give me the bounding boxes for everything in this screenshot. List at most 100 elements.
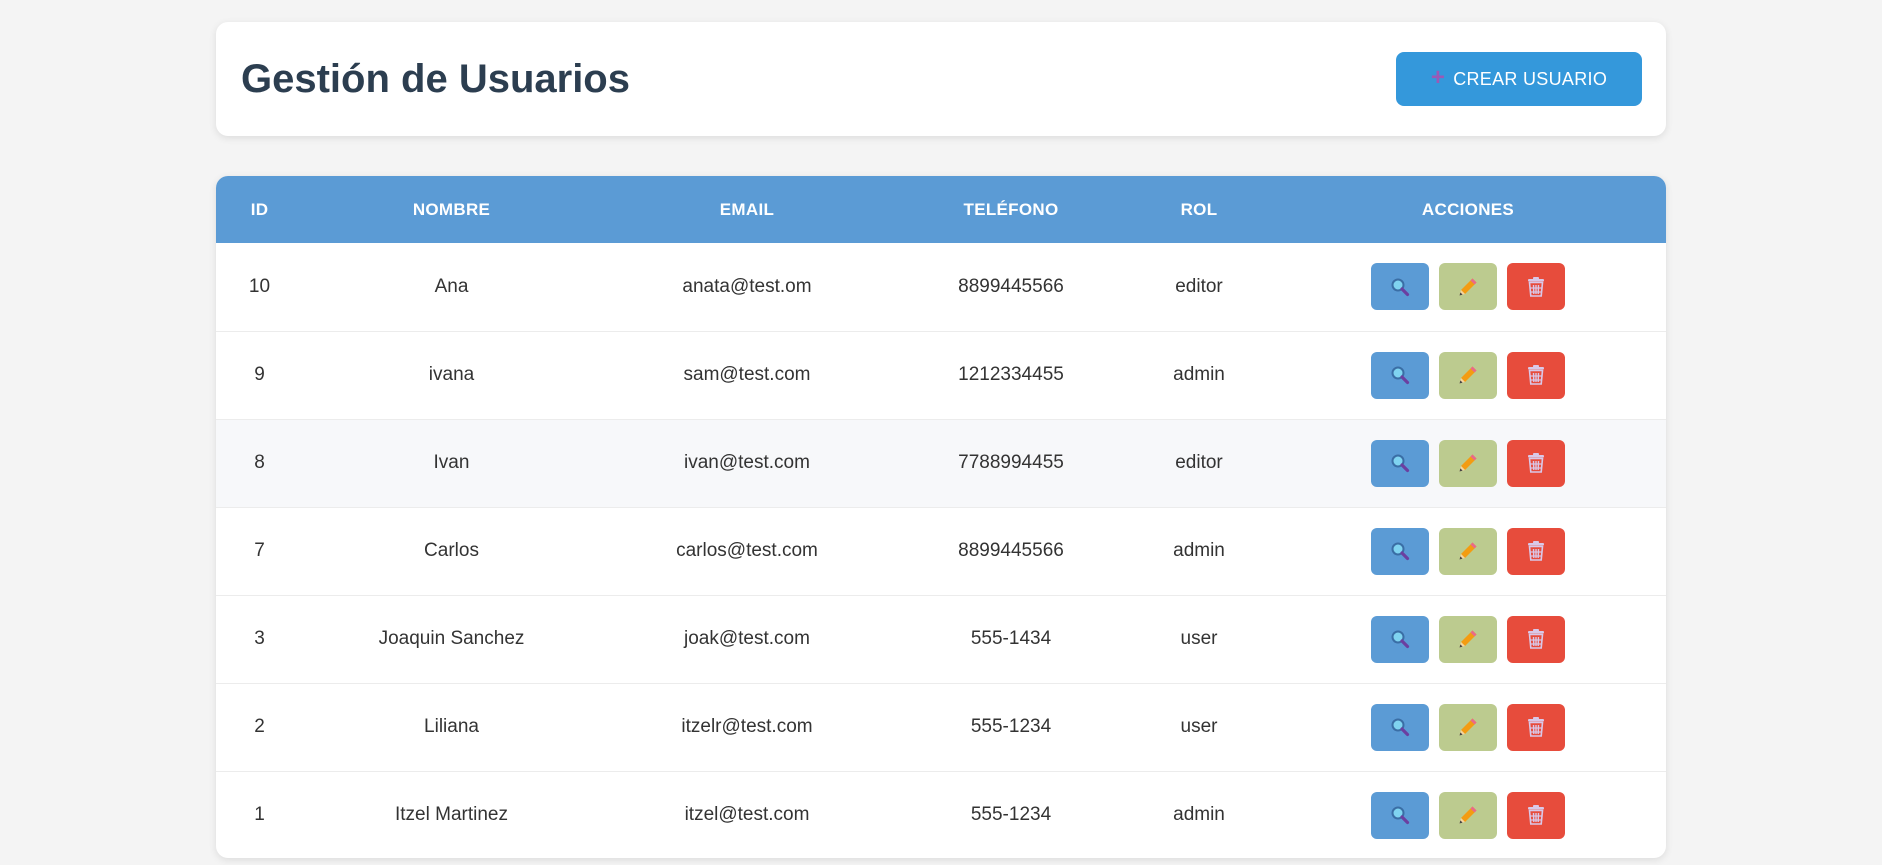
delete-button[interactable] [1507,615,1565,663]
cell-email: joak@test.com [684,628,810,649]
cell-email: sam@test.com [683,364,811,385]
row-actions [1270,703,1666,751]
delete-button[interactable] [1507,263,1565,311]
pencil-icon [1457,540,1479,562]
magnifier-icon [1390,629,1410,649]
delete-button[interactable] [1507,703,1565,751]
magnifier-icon [1390,541,1410,561]
column-header-acciones: ACCIONES [1421,199,1515,219]
cell-nombre: Ana [434,275,469,297]
cell-actions [1270,683,1666,771]
cell-rol: user [1180,716,1218,737]
magnifier-icon [1390,717,1410,737]
cell-telefono: 1212334455 [958,364,1064,385]
pencil-icon [1457,716,1479,738]
delete-button[interactable] [1507,439,1565,487]
pencil-icon [1457,804,1479,826]
table-row: 2 Liliana itzelr@test.com 555-1234 user [216,683,1666,771]
view-button[interactable] [1371,263,1429,311]
create-user-label: CREAR USUARIO [1453,68,1608,89]
trash-icon [1526,452,1546,474]
cell-telefono: 555-1434 [970,628,1052,649]
cell-rol: admin [1173,364,1225,385]
table-row: 9 ivana sam@test.com 1212334455 admin [216,331,1666,419]
row-actions [1270,615,1666,663]
cell-nombre: Ivan [433,452,470,473]
cell-id: 10 [248,275,271,297]
row-actions [1270,351,1666,399]
cell-telefono: 8899445566 [958,540,1064,561]
view-button[interactable] [1371,791,1429,839]
view-button[interactable] [1371,439,1429,487]
edit-button[interactable] [1439,439,1497,487]
cell-id: 8 [254,452,265,473]
edit-button[interactable] [1439,527,1497,575]
cell-email: carlos@test.com [676,540,818,561]
cell-email: anata@test.om [682,275,812,297]
cell-nombre: Liliana [424,716,479,737]
cell-actions [1270,243,1666,331]
header-card: Gestión de Usuarios + CREAR USUARIO [216,22,1666,136]
edit-button[interactable] [1439,703,1497,751]
magnifier-icon [1390,365,1410,385]
pencil-icon [1457,628,1479,650]
cell-rol: editor [1175,452,1223,473]
pencil-icon [1457,364,1479,386]
column-header-telefono: TELÉFONO [963,199,1059,219]
magnifier-icon [1390,805,1410,825]
trash-icon [1526,628,1546,650]
row-actions [1270,527,1666,575]
table-body: 10 Ana anata@test.om 8899445566 editor 9… [216,243,1666,858]
view-button[interactable] [1371,703,1429,751]
cell-id: 2 [254,716,265,737]
cell-rol: admin [1173,804,1225,826]
cell-actions [1270,595,1666,683]
column-header-nombre: NOMBRE [412,199,491,219]
cell-nombre: Joaquin Sanchez [378,628,525,649]
delete-button[interactable] [1507,351,1565,399]
trash-icon [1526,276,1546,298]
view-button[interactable] [1371,351,1429,399]
table-header-row: ID NOMBRE EMAIL TELÉFONO ROL ACCIONES [216,176,1666,243]
cell-nombre: Carlos [424,540,479,561]
cell-telefono: 555-1234 [970,716,1052,737]
cell-actions [1270,331,1666,419]
cell-nombre: ivana [428,364,475,385]
cell-rol: user [1180,628,1218,649]
magnifier-icon [1390,277,1410,297]
cell-id: 7 [254,540,265,561]
cell-email: ivan@test.com [684,452,810,473]
cell-email: itzelr@test.com [681,716,813,737]
cell-nombre: Itzel Martinez [395,804,508,826]
users-table-card: ID NOMBRE EMAIL TELÉFONO ROL ACCIONES 10… [216,176,1666,858]
cell-telefono: 8899445566 [958,275,1064,297]
create-user-button[interactable]: + CREAR USUARIO [1396,52,1642,106]
cell-rol: editor [1175,275,1223,297]
plus-icon: + [1430,64,1446,91]
users-table: ID NOMBRE EMAIL TELÉFONO ROL ACCIONES 10… [216,176,1666,858]
column-header-rol: ROL [1180,199,1218,219]
table-row: 8 Ivan ivan@test.com 7788994455 editor [216,419,1666,507]
edit-button[interactable] [1439,263,1497,311]
row-actions [1270,263,1666,311]
delete-button[interactable] [1507,791,1565,839]
delete-button[interactable] [1507,527,1565,575]
column-header-email: EMAIL [719,199,775,219]
cell-email: itzel@test.com [684,804,810,826]
row-actions [1270,439,1666,487]
cell-actions [1270,507,1666,595]
edit-button[interactable] [1439,351,1497,399]
cell-id: 1 [254,804,265,826]
trash-icon [1526,716,1546,738]
edit-button[interactable] [1439,791,1497,839]
pencil-icon [1457,276,1479,298]
table-row: 1 Itzel Martinez itzel@test.com 555-1234… [216,771,1666,858]
row-actions [1270,791,1666,839]
cell-id: 3 [254,628,265,649]
view-button[interactable] [1371,527,1429,575]
pencil-icon [1457,452,1479,474]
trash-icon [1526,540,1546,562]
view-button[interactable] [1371,615,1429,663]
cell-actions [1270,419,1666,507]
edit-button[interactable] [1439,615,1497,663]
